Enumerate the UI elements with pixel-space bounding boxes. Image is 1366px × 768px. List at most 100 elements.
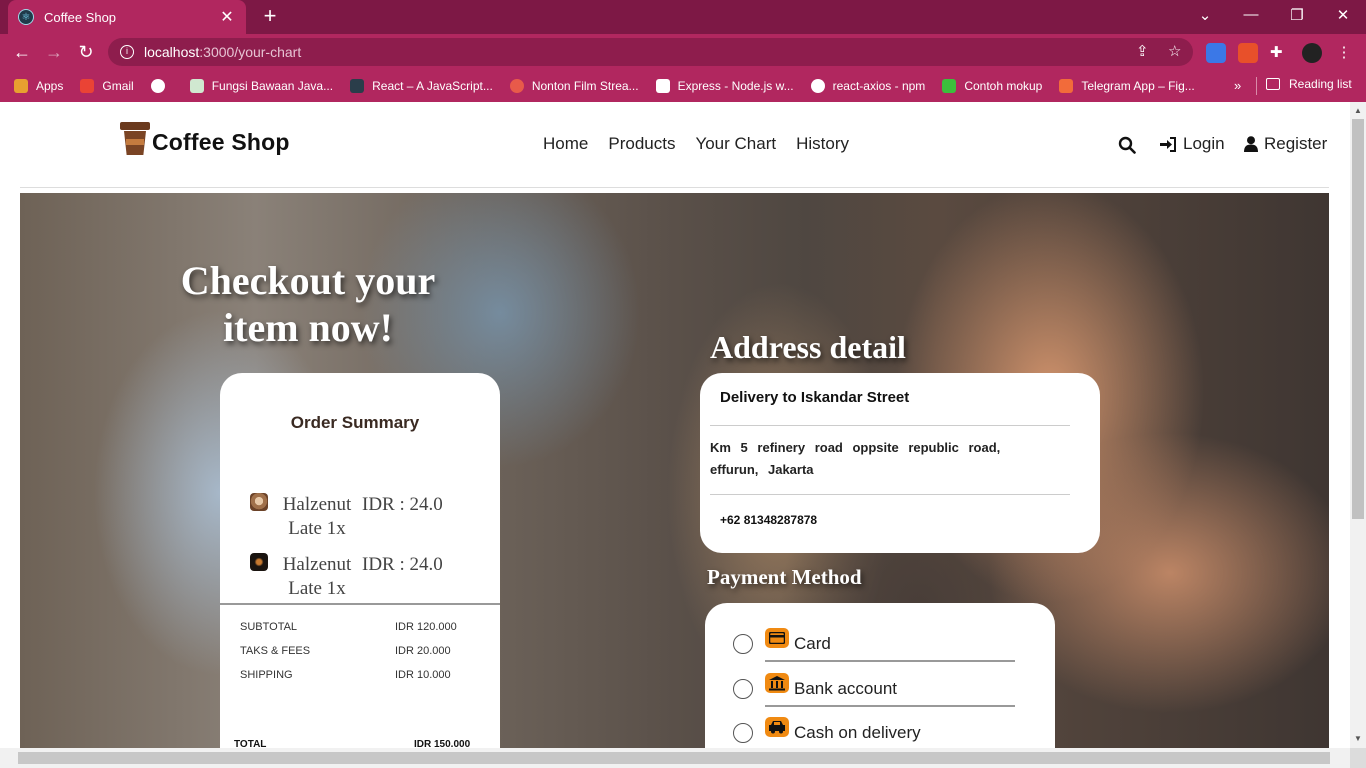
tab-search-icon[interactable]: ⌄ bbox=[1190, 6, 1220, 24]
scroll-down-icon[interactable]: ▼ bbox=[1354, 734, 1362, 743]
vertical-scroll-thumb[interactable] bbox=[1352, 119, 1364, 519]
scroll-up-icon[interactable]: ▲ bbox=[1354, 106, 1362, 115]
bookmark-apps[interactable]: Apps bbox=[14, 79, 63, 93]
nav-your-chart[interactable]: Your Chart bbox=[695, 134, 776, 154]
user-icon bbox=[1244, 136, 1258, 152]
bookmark-react-axios[interactable]: react-axios - npm bbox=[810, 79, 926, 93]
sign-in-icon bbox=[1160, 136, 1176, 152]
reading-list-button[interactable]: Reading list bbox=[1266, 77, 1352, 91]
bookmark-globe[interactable] bbox=[150, 79, 173, 93]
tab-title: Coffee Shop bbox=[44, 9, 117, 25]
horizontal-scroll-thumb[interactable] bbox=[18, 752, 1330, 764]
site-header: Coffee Shop Home Products Your Chart His… bbox=[20, 102, 1329, 188]
card-icon bbox=[765, 628, 789, 648]
film-icon bbox=[509, 79, 524, 93]
bookmark-label: Express - Node.js w... bbox=[677, 79, 794, 93]
payment-option-card[interactable]: Card bbox=[733, 628, 1023, 668]
tab-close-icon[interactable]: ✕ bbox=[218, 7, 236, 27]
express-icon bbox=[655, 79, 670, 93]
tab-coffee-shop[interactable]: ⚛ Coffee Shop ✕ bbox=[8, 0, 246, 34]
radio-bank[interactable] bbox=[733, 679, 753, 699]
login-label: Login bbox=[1183, 134, 1225, 153]
globe-icon bbox=[810, 79, 825, 93]
close-window-button[interactable]: ✕ bbox=[1328, 6, 1358, 24]
new-tab-button[interactable]: + bbox=[258, 5, 282, 29]
site-info-icon[interactable]: i bbox=[120, 45, 134, 59]
bookmark-nonton[interactable]: Nonton Film Strea... bbox=[509, 79, 639, 93]
bookmark-gmail[interactable]: Gmail bbox=[80, 79, 134, 93]
reading-list-icon bbox=[1266, 78, 1280, 90]
bookmark-label: react-axios - npm bbox=[832, 79, 926, 93]
payment-option-label: Card bbox=[794, 634, 831, 653]
restore-button[interactable]: ❐ bbox=[1282, 6, 1312, 24]
summary-divider bbox=[220, 603, 500, 605]
translate-extension-icon[interactable] bbox=[1206, 43, 1226, 63]
coffee-cup-icon bbox=[120, 122, 150, 156]
browser-menu-icon[interactable]: ⋮ bbox=[1334, 43, 1354, 63]
bookmark-react[interactable]: React – A JavaScript... bbox=[350, 79, 493, 93]
bookmark-fungsi[interactable]: Fungsi Bawaan Java... bbox=[189, 79, 333, 93]
payment-option-cod[interactable]: Cash on delivery bbox=[733, 717, 1023, 748]
payment-option-divider bbox=[765, 660, 1015, 662]
search-icon[interactable] bbox=[1118, 136, 1136, 154]
mockup-icon bbox=[942, 79, 957, 93]
puzzle-extensions-icon[interactable]: ✚ bbox=[1270, 43, 1290, 63]
bookmark-contoh-mokup[interactable]: Contoh mokup bbox=[942, 79, 1042, 93]
payment-option-bank[interactable]: Bank account bbox=[733, 673, 1023, 713]
payment-section-title: Payment Method bbox=[707, 565, 862, 589]
bookmark-express[interactable]: Express - Node.js w... bbox=[655, 79, 794, 93]
bookmark-label: React – A JavaScript... bbox=[372, 79, 493, 93]
minimize-button[interactable]: — bbox=[1236, 6, 1266, 23]
radio-cod[interactable] bbox=[733, 723, 753, 743]
total-value: IDR 150.000 bbox=[414, 739, 471, 748]
figma-icon bbox=[1059, 79, 1074, 93]
site-icon bbox=[189, 79, 204, 93]
share-icon[interactable]: ⇪ bbox=[1136, 42, 1149, 60]
address-section-title: Address detail bbox=[710, 329, 906, 365]
login-link[interactable]: Login bbox=[1160, 134, 1225, 154]
nav-history[interactable]: History bbox=[796, 134, 849, 154]
bookmark-telegram[interactable]: Telegram App – Fig... bbox=[1059, 79, 1195, 93]
payment-option-label: Cash on delivery bbox=[794, 723, 921, 742]
gmail-icon bbox=[80, 79, 95, 93]
register-link[interactable]: Register bbox=[1244, 134, 1327, 154]
address-divider bbox=[710, 425, 1070, 426]
bookmark-label: Telegram App – Fig... bbox=[1081, 79, 1195, 93]
order-summary-title: Order Summary bbox=[290, 413, 420, 432]
product-thumbnail bbox=[250, 493, 268, 511]
subtotal-value: IDR 120.000 bbox=[395, 621, 457, 633]
bookmark-star-icon[interactable]: ☆ bbox=[1168, 42, 1181, 60]
radio-card[interactable] bbox=[733, 634, 753, 654]
brand-logo[interactable]: Coffee Shop bbox=[120, 122, 290, 156]
bookmark-label: Contoh mokup bbox=[964, 79, 1043, 93]
brand-name: Coffee Shop bbox=[152, 129, 290, 155]
item-name: Halzenut Late 1x bbox=[282, 554, 352, 599]
globe-icon bbox=[150, 79, 165, 93]
payment-option-label: Bank account bbox=[794, 679, 898, 698]
bookmarks-more-icon[interactable]: » bbox=[1234, 78, 1241, 93]
address-bar[interactable]: i localhost :3000/your-chart bbox=[108, 38, 1193, 66]
bank-icon bbox=[765, 673, 789, 693]
main-nav: Home Products Your Chart History bbox=[543, 134, 869, 154]
scrollbar-corner bbox=[1350, 748, 1366, 768]
order-summary-card: Order Summary Halzenut Late 1x IDR : 24.… bbox=[220, 373, 500, 748]
back-icon[interactable]: ← bbox=[10, 40, 34, 64]
subtotal-label: SUBTOTAL bbox=[240, 621, 298, 633]
reload-icon[interactable]: ↻ bbox=[74, 40, 98, 64]
order-item: Halzenut Late 1x IDR : 24.0 bbox=[250, 493, 490, 547]
address-divider bbox=[710, 494, 1070, 495]
profile-avatar[interactable] bbox=[1302, 43, 1322, 63]
apps-grid-icon bbox=[14, 79, 28, 93]
nav-products[interactable]: Products bbox=[608, 134, 675, 154]
forward-icon[interactable]: → bbox=[42, 40, 66, 64]
address-recipient: Delivery to Iskandar Street bbox=[720, 389, 910, 406]
horizontal-scrollbar[interactable] bbox=[0, 748, 1350, 768]
tax-label: TAKS & FEES bbox=[240, 645, 311, 657]
extension-icon[interactable] bbox=[1238, 43, 1258, 63]
url-path: :3000/your-chart bbox=[199, 44, 302, 60]
vertical-scrollbar[interactable]: ▲ ▼ bbox=[1350, 102, 1366, 748]
nav-home[interactable]: Home bbox=[543, 134, 588, 154]
react-icon bbox=[350, 79, 365, 93]
bookmark-label: Gmail bbox=[102, 79, 134, 93]
shipping-label: SHIPPING bbox=[240, 669, 293, 681]
